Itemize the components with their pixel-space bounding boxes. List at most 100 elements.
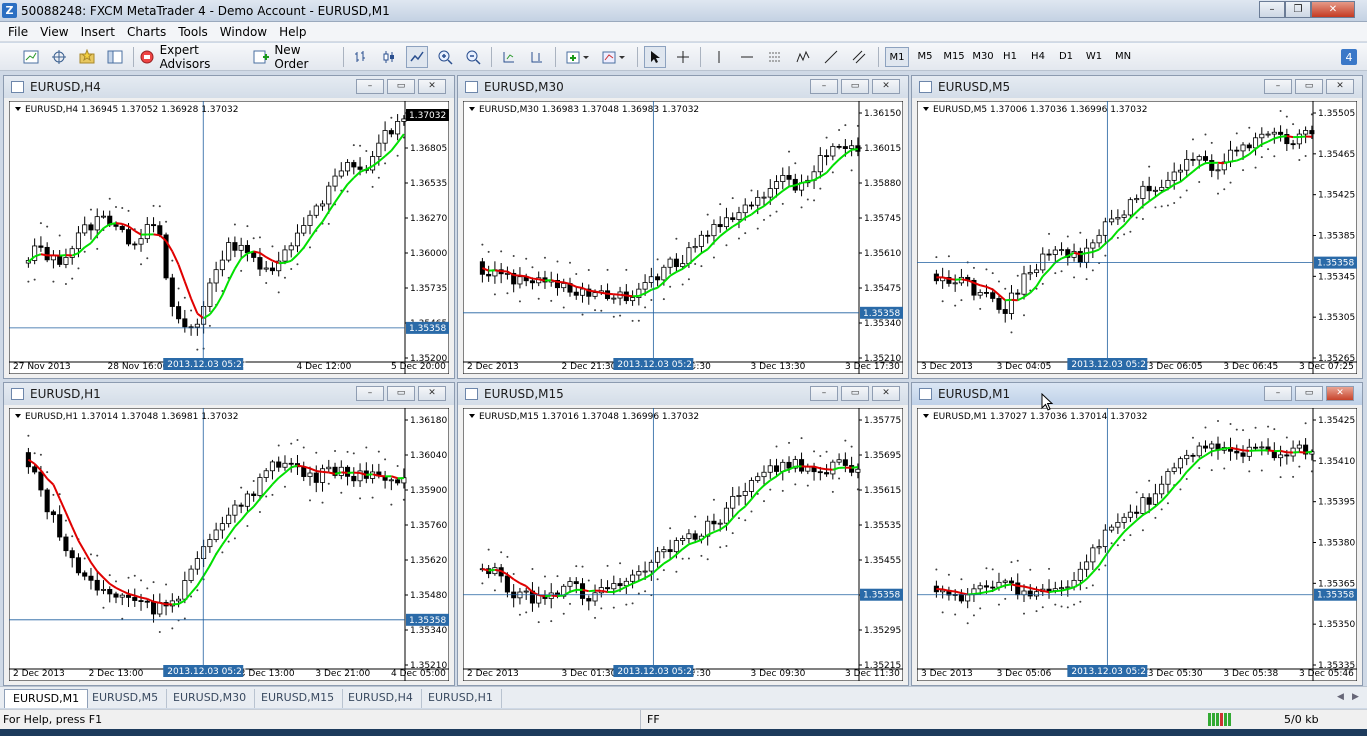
chart-shift-button[interactable] <box>526 46 548 68</box>
profiles-button[interactable] <box>48 46 70 68</box>
chart-maximize-button[interactable]: ▭ <box>387 79 415 94</box>
timeframe-m30[interactable]: M30 <box>969 47 997 67</box>
chart-close-button[interactable]: ✕ <box>1326 386 1354 401</box>
sar-dot <box>1204 426 1207 429</box>
chart-close-button[interactable]: ✕ <box>872 79 900 94</box>
zoom-out-button[interactable] <box>462 46 484 68</box>
chart-minimize-button[interactable]: – <box>810 79 838 94</box>
tab-eurusd-h1[interactable]: EURUSD,H1 <box>420 689 502 708</box>
trendline-button[interactable] <box>820 46 842 68</box>
moving-average-segment <box>538 278 546 282</box>
vertical-line-button[interactable] <box>708 46 730 68</box>
price-chart[interactable]: 1.36180 1.36040 1.35900 1.35760 1.35620 1.354… <box>9 408 449 681</box>
chart-close-button[interactable]: ✕ <box>1326 79 1354 94</box>
tab-eurusd-m1[interactable]: EURUSD,M1 <box>4 689 89 708</box>
candle-body <box>1140 185 1146 199</box>
sar-dot <box>500 250 503 253</box>
new-chart-button[interactable] <box>20 46 42 68</box>
menu-window[interactable]: Window <box>214 23 273 41</box>
chart-window-titlebar[interactable]: EURUSD,H1 – ▭ ✕ <box>4 383 454 405</box>
chart-close-button[interactable]: ✕ <box>418 386 446 401</box>
chart-maximize-button[interactable]: ▭ <box>1295 386 1323 401</box>
chart-window[interactable]: EURUSD,H4–▭✕1.370751.368051.365351.36270… <box>3 75 455 379</box>
cursor-tool-button[interactable] <box>644 46 666 68</box>
sar-dot <box>1210 469 1213 472</box>
close-button[interactable]: ✕ <box>1311 1 1355 18</box>
new-order-button[interactable]: New Order <box>252 43 336 71</box>
chart-minimize-button[interactable]: – <box>356 79 384 94</box>
timeframe-w1[interactable]: W1 <box>1082 47 1106 67</box>
chart-window[interactable]: EURUSD,M15 – ▭ ✕ 1.35775 1.35695 1.35615 1.3553… <box>457 382 909 686</box>
navigator-button[interactable] <box>104 46 126 68</box>
menu-tools[interactable]: Tools <box>172 23 214 41</box>
auto-scroll-button[interactable] <box>498 46 520 68</box>
fibonacci-button[interactable] <box>764 46 786 68</box>
menu-view[interactable]: View <box>34 23 74 41</box>
chart-close-button[interactable]: ✕ <box>418 79 446 94</box>
chart-window-titlebar[interactable]: EURUSD,M15 – ▭ ✕ <box>458 383 908 405</box>
moving-average-segment <box>576 285 583 289</box>
expert-advisors-button[interactable]: Expert Advisors <box>138 43 246 71</box>
menu-file[interactable]: File <box>2 23 34 41</box>
chart-minimize-button[interactable]: – <box>1264 386 1292 401</box>
chart-maximize-button[interactable]: ▭ <box>841 386 869 401</box>
equidistant-channel-button[interactable] <box>848 46 870 68</box>
horizontal-line-button[interactable] <box>736 46 758 68</box>
favorites-button[interactable] <box>76 46 98 68</box>
chart-maximize-button[interactable]: ▭ <box>1295 79 1323 94</box>
menu-help[interactable]: Help <box>273 23 312 41</box>
bar-chart-button[interactable] <box>350 46 372 68</box>
price-chart[interactable]: 1.35505 1.35465 1.35425 1.35385 1.35345 1.353… <box>917 101 1357 374</box>
sar-dot <box>115 580 117 583</box>
price-chart[interactable]: 1.35425 1.35410 1.35395 1.35380 1.35365 1.353… <box>917 408 1357 681</box>
channel-button[interactable] <box>792 46 814 68</box>
crosshair-price-label: 1.35358 <box>409 324 446 334</box>
price-label: 1.36535 <box>410 179 447 189</box>
candlestick-button[interactable] <box>378 46 400 68</box>
tab-eurusd-m5[interactable]: EURUSD,M5 <box>84 689 168 708</box>
menu-charts[interactable]: Charts <box>121 23 172 41</box>
zoom-in-button[interactable] <box>434 46 456 68</box>
chart-window-titlebar[interactable]: EURUSD,H4 – ▭ ✕ <box>4 76 454 98</box>
timeframe-m15[interactable]: M15 <box>940 47 968 67</box>
tab-scroll-left-icon[interactable]: ◀ <box>1337 692 1344 702</box>
crosshair-tool-button[interactable] <box>672 46 694 68</box>
periods-button[interactable] <box>598 46 630 68</box>
chart-minimize-button[interactable]: – <box>356 386 384 401</box>
chart-window[interactable]: EURUSD,H1 – ▭ ✕ 1.36180 1.36040 1.35900 1.35760… <box>3 382 455 686</box>
chart-minimize-button[interactable]: – <box>810 386 838 401</box>
chart-window-titlebar[interactable]: EURUSD,M30 – ▭ ✕ <box>458 76 908 98</box>
line-chart-button[interactable] <box>406 46 428 68</box>
timeframe-h4[interactable]: H4 <box>1026 47 1050 67</box>
chart-close-button[interactable]: ✕ <box>872 386 900 401</box>
sar-dot <box>1116 236 1119 239</box>
chart-maximize-button[interactable]: ▭ <box>841 79 869 94</box>
chart-window[interactable]: EURUSD,M30 – ▭ ✕ 1.36150 1.36015 1.35880 1.3574… <box>457 75 909 379</box>
tab-eurusd-h4[interactable]: EURUSD,H4 <box>340 689 422 708</box>
chart-minimize-button[interactable]: – <box>1264 79 1292 94</box>
chart-window[interactable]: EURUSD,M1 – ▭ ✕ 1.35425 1.35410 1.35395 1.35380… <box>911 382 1363 686</box>
timeframe-m5[interactable]: M5 <box>913 47 937 67</box>
minimize-button[interactable]: – <box>1259 1 1285 18</box>
notifications-button[interactable]: 4 <box>1338 46 1360 68</box>
indicators-button[interactable] <box>562 46 594 68</box>
price-chart[interactable]: 1.36150 1.36015 1.35880 1.35745 1.35610 1.354… <box>463 101 903 374</box>
tab-eurusd-m15[interactable]: EURUSD,M15 <box>253 689 344 708</box>
restore-button[interactable]: ❐ <box>1285 1 1311 18</box>
chart-window-titlebar[interactable]: EURUSD,M5 – ▭ ✕ <box>912 76 1362 98</box>
tab-scroll-right-icon[interactable]: ▶ <box>1352 692 1359 702</box>
timeframe-m1[interactable]: M1 <box>885 47 909 67</box>
chart-maximize-button[interactable]: ▭ <box>387 386 415 401</box>
menu-insert[interactable]: Insert <box>75 23 121 41</box>
timeframe-d1[interactable]: D1 <box>1054 47 1078 67</box>
chart-window-titlebar[interactable]: EURUSD,M1 – ▭ ✕ <box>912 383 1362 405</box>
sar-dot <box>850 169 853 172</box>
chart-window[interactable]: EURUSD,M5 – ▭ ✕ 1.35505 1.35465 1.35425 1.35385… <box>911 75 1363 379</box>
timeframe-mn[interactable]: MN <box>1110 47 1136 67</box>
price-chart[interactable]: 1.370751.368051.365351.362701.360001.357… <box>9 101 449 374</box>
price-label: 1.36805 <box>410 144 447 154</box>
candle-body <box>711 224 717 237</box>
tab-eurusd-m30[interactable]: EURUSD,M30 <box>165 689 256 708</box>
price-chart[interactable]: 1.35775 1.35695 1.35615 1.35535 1.35455 1.353… <box>463 408 903 681</box>
timeframe-h1[interactable]: H1 <box>998 47 1022 67</box>
